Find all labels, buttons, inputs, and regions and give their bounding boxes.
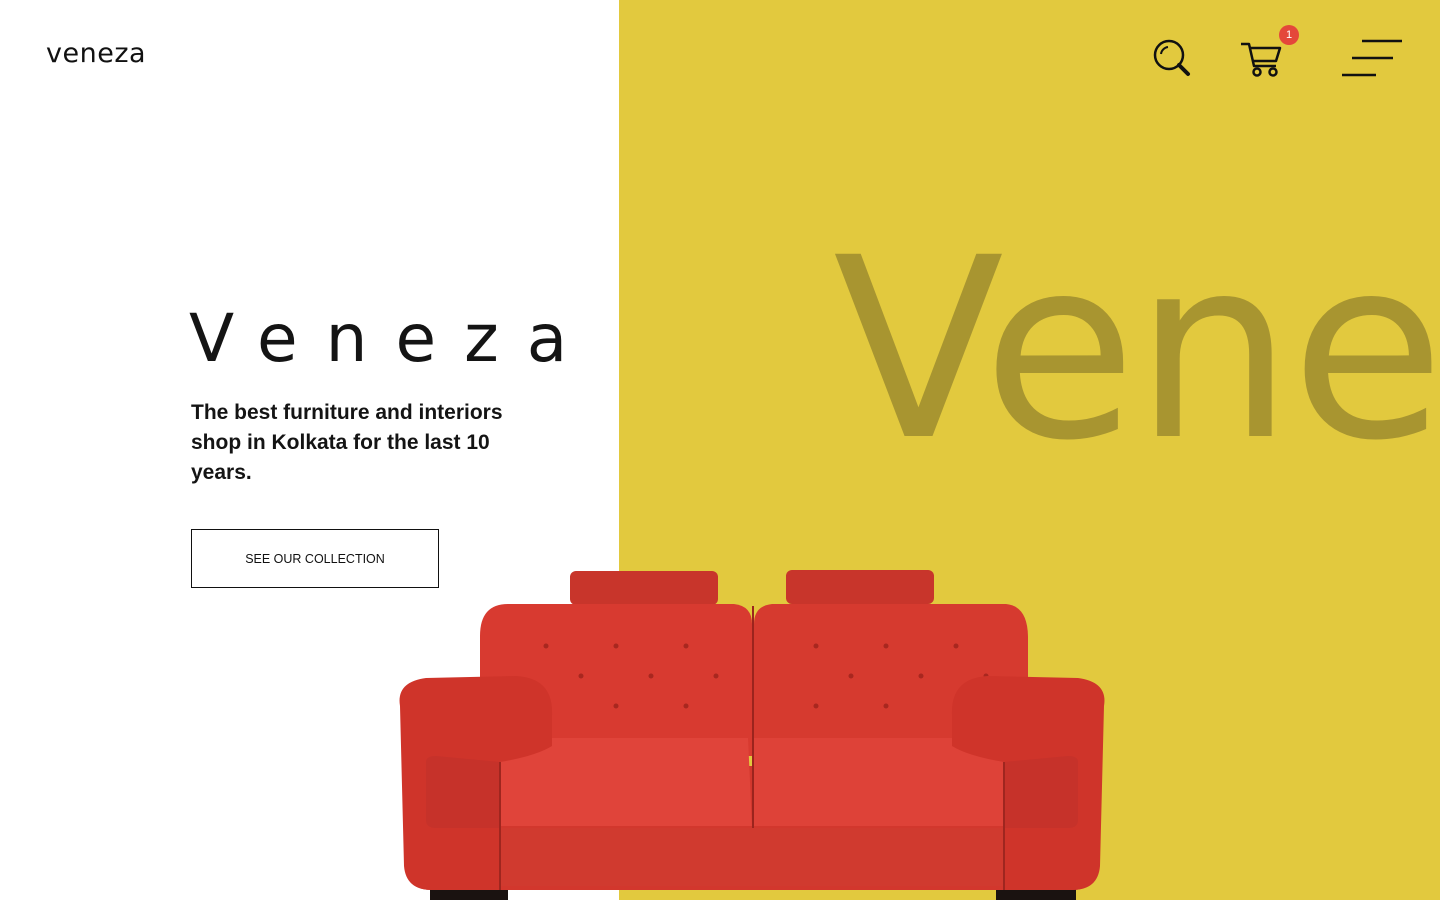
menu-button[interactable]: [1340, 38, 1404, 78]
hero-title: Veneza: [189, 300, 596, 377]
menu-icon: [1342, 39, 1402, 77]
cart-button[interactable]: [1238, 36, 1288, 80]
search-button[interactable]: [1150, 36, 1194, 80]
red-sofa-image: [399, 570, 1105, 900]
site-logo[interactable]: veneza: [46, 38, 146, 69]
cart-icon: [1241, 42, 1282, 77]
cart-count-badge: 1: [1279, 25, 1299, 45]
background-brand-word: Veneza: [833, 204, 1440, 495]
hero-description: The best furniture and interiors shop in…: [191, 401, 503, 484]
search-icon: [1153, 39, 1190, 76]
